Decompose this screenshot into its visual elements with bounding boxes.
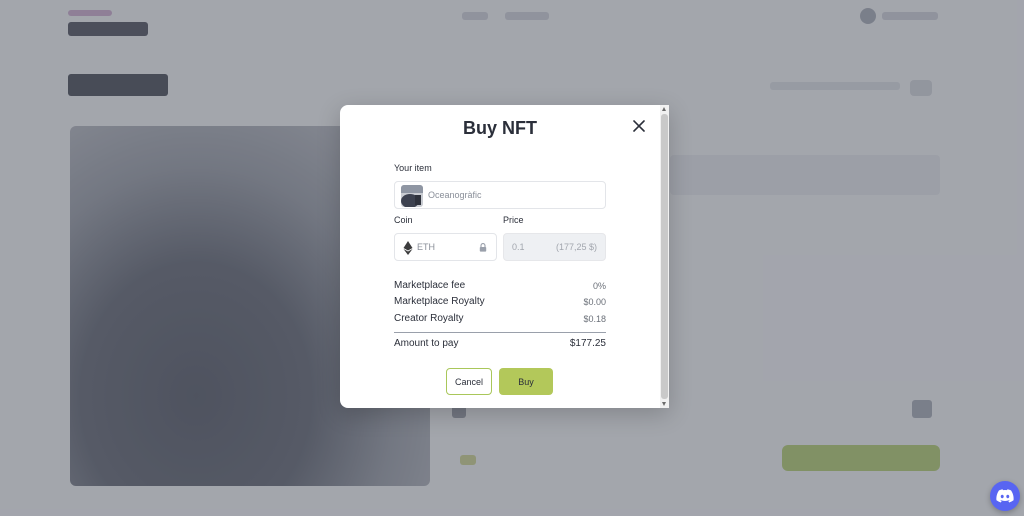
scrollbar-thumb[interactable] <box>661 114 668 399</box>
price-usd: (177,25 $) <box>555 242 597 252</box>
cancel-button[interactable]: Cancel <box>446 368 492 395</box>
coin-value: ETH <box>417 242 435 252</box>
discord-button[interactable] <box>990 481 1020 511</box>
scroll-down-icon[interactable] <box>662 402 666 406</box>
coin-select[interactable]: ETH <box>394 233 497 261</box>
total-value: $177.25 <box>569 338 606 349</box>
fee-row-creator-royalty: Creator Royalty $0.18 <box>394 313 606 327</box>
fee-label: Creator Royalty <box>394 313 464 324</box>
scroll-up-icon[interactable] <box>662 107 666 111</box>
coin-label: Coin <box>394 215 413 225</box>
total-row: Amount to pay $177.25 <box>394 338 606 352</box>
modal-scrollbar[interactable] <box>660 105 669 408</box>
fee-value: $0.18 <box>583 314 606 324</box>
fee-label: Marketplace fee <box>394 280 466 291</box>
buy-button[interactable]: Buy <box>499 368 553 395</box>
eth-icon <box>403 241 413 255</box>
close-button[interactable] <box>632 119 646 133</box>
discord-icon <box>996 489 1014 503</box>
fee-row-marketplace-royalty: Marketplace Royalty $0.00 <box>394 296 606 310</box>
fee-value: 0% <box>592 281 606 291</box>
item-name: Oceanogràfic <box>428 190 482 200</box>
close-icon <box>633 120 645 132</box>
modal-title: Buy NFT <box>463 118 537 138</box>
item-thumbnail <box>401 185 423 207</box>
price-value: 0.1 <box>512 242 525 252</box>
price-field: 0.1 (177,25 $) <box>503 233 606 261</box>
fee-label: Marketplace Royalty <box>394 296 485 307</box>
total-label: Amount to pay <box>394 338 459 349</box>
lock-icon <box>479 243 487 252</box>
your-item-label: Your item <box>394 163 432 173</box>
fee-row-marketplace-fee: Marketplace fee 0% <box>394 280 606 294</box>
divider <box>394 332 606 333</box>
buy-nft-modal: Buy NFT Your item Oceanogràfic Coin Pric… <box>340 105 669 408</box>
price-label: Price <box>503 215 524 225</box>
fee-value: $0.00 <box>583 297 606 307</box>
item-field: Oceanogràfic <box>394 181 606 209</box>
